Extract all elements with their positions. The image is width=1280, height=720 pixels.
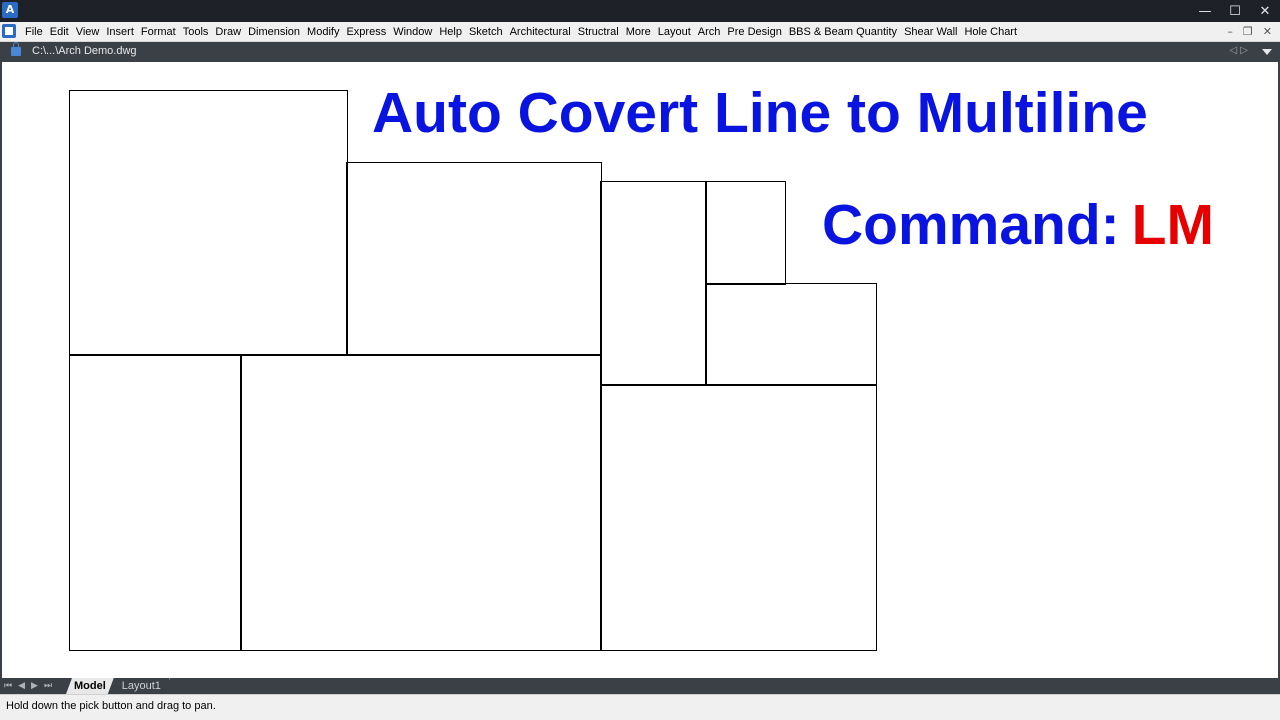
layout-tabs: Model Layout1: [66, 678, 170, 694]
window-controls: — ☐ ✕: [1190, 0, 1280, 22]
command-label: Command:: [822, 193, 1120, 257]
drawing-room[interactable]: [346, 162, 602, 356]
menu-draw[interactable]: Draw: [213, 26, 246, 38]
menu-file[interactable]: File: [23, 26, 48, 38]
menu-bbs-beam-quantity[interactable]: BBS & Beam Quantity: [787, 26, 902, 38]
layout-tab-bar: ⏮ ◀ ▶ ⏭ Model Layout1: [0, 678, 1280, 694]
last-layout-icon[interactable]: ⏭: [44, 681, 52, 691]
title-bar: A — ☐ ✕: [0, 0, 1280, 22]
layout-navigation: ⏮ ◀ ▶ ⏭: [4, 678, 52, 694]
document-tab-bar: C:\...\Arch Demo.dwg ◁ ▷: [0, 42, 1280, 62]
first-layout-icon[interactable]: ⏮: [4, 681, 12, 691]
menu-view[interactable]: View: [74, 26, 105, 38]
drawing-room[interactable]: [240, 354, 602, 651]
headline-text: Auto Covert Line to Multiline: [372, 81, 1148, 145]
lock-icon: [11, 42, 21, 56]
status-message: Hold down the pick button and drag to pa…: [6, 700, 216, 712]
tab-layout1[interactable]: Layout1: [114, 678, 170, 694]
menu-layout[interactable]: Layout: [656, 26, 696, 38]
document-icon[interactable]: [2, 24, 16, 38]
menu-dimension[interactable]: Dimension: [246, 26, 305, 38]
status-bar: Hold down the pick button and drag to pa…: [0, 694, 1280, 720]
drawing-room[interactable]: [600, 181, 707, 386]
command-value: LM: [1131, 193, 1214, 257]
menu-hole-chart[interactable]: Hole Chart: [962, 26, 1022, 38]
menu-window[interactable]: Window: [391, 26, 437, 38]
drawing-room[interactable]: [600, 384, 877, 651]
menu-express[interactable]: Express: [344, 26, 391, 38]
menu-modify[interactable]: Modify: [305, 26, 344, 38]
command-annotation: Command: LM: [822, 192, 1214, 258]
tab-model[interactable]: Model: [66, 678, 114, 694]
menu-architectural[interactable]: Architectural: [508, 26, 576, 38]
menu-insert[interactable]: Insert: [104, 26, 139, 38]
menu-edit[interactable]: Edit: [48, 26, 74, 38]
doc-close-button[interactable]: ✕: [1263, 25, 1272, 38]
document-tab[interactable]: C:\...\Arch Demo.dwg: [32, 45, 137, 57]
document-controls: – ❐ ✕: [1227, 22, 1272, 41]
drawing-room[interactable]: [69, 354, 242, 651]
menu-bar: File Edit View Insert Format Tools Draw …: [0, 22, 1280, 42]
menu-structral[interactable]: Structral: [576, 26, 624, 38]
menu-items: File Edit View Insert Format Tools Draw …: [23, 22, 1022, 41]
menu-format[interactable]: Format: [139, 26, 181, 38]
drawing-room[interactable]: [705, 283, 877, 386]
drawing-room[interactable]: [69, 90, 348, 356]
menu-sketch[interactable]: Sketch: [467, 26, 508, 38]
drawing-room[interactable]: [705, 181, 786, 285]
next-layout-icon[interactable]: ▶: [31, 681, 38, 691]
menu-more[interactable]: More: [624, 26, 656, 38]
close-button[interactable]: ✕: [1250, 0, 1280, 22]
menu-pre-design[interactable]: Pre Design: [725, 26, 786, 38]
app-logo-icon[interactable]: A: [2, 2, 18, 18]
maximize-button[interactable]: ☐: [1220, 0, 1250, 22]
tab-navigation-arrows[interactable]: ◁ ▷: [1229, 45, 1248, 56]
previous-layout-icon[interactable]: ◀: [18, 681, 25, 691]
drawing-canvas[interactable]: Auto Covert Line to Multiline Command: LM: [0, 62, 1280, 678]
menu-tools[interactable]: Tools: [181, 26, 214, 38]
menu-help[interactable]: Help: [437, 26, 467, 38]
doc-restore-button[interactable]: ❐: [1243, 25, 1253, 38]
chevron-down-icon[interactable]: [1262, 49, 1272, 55]
doc-minimize-button[interactable]: –: [1227, 25, 1233, 38]
menu-arch[interactable]: Arch: [696, 26, 726, 38]
menu-shear-wall[interactable]: Shear Wall: [902, 26, 962, 38]
minimize-button[interactable]: —: [1190, 0, 1220, 22]
